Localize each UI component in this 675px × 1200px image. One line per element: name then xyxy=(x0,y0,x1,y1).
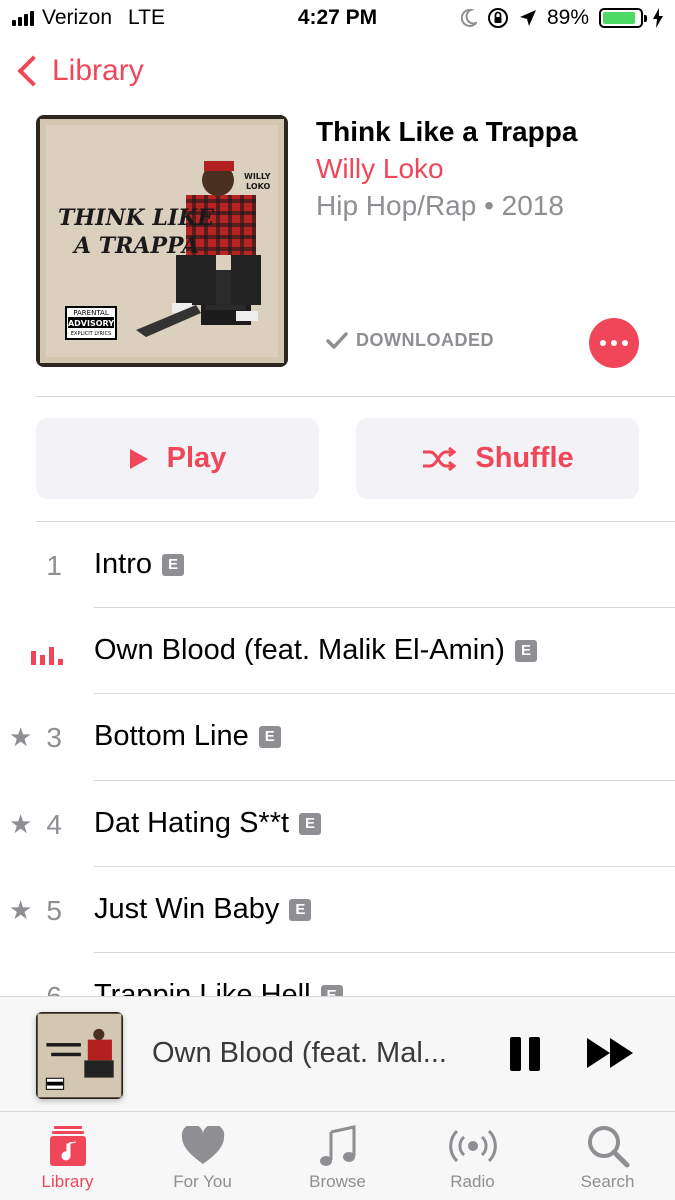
track-row[interactable]: 1 Intro E xyxy=(0,522,675,608)
more-dot-icon xyxy=(600,340,606,346)
rotation-lock-icon xyxy=(487,8,508,28)
album-cover[interactable]: THINK LIKE A TRAPPA WILLY LOKO PARENTAL … xyxy=(36,115,288,367)
track-number: 3 xyxy=(46,722,62,753)
track-row-now-playing[interactable]: Own Blood (feat. Malik El-Amin) E xyxy=(0,608,675,694)
mini-player[interactable]: Own Blood (feat. Mal... xyxy=(0,996,675,1112)
play-button[interactable]: Play xyxy=(36,418,319,499)
next-track-button[interactable] xyxy=(586,1037,634,1069)
tab-for-you[interactable]: For You xyxy=(135,1120,270,1192)
track-title-wrap: Intro E xyxy=(94,548,185,581)
tab-label: Library xyxy=(41,1172,94,1191)
track-number: 4 xyxy=(46,809,62,840)
cover-advisory-bottom: EXPLICIT LYRICS xyxy=(71,331,111,337)
library-icon xyxy=(49,1126,86,1166)
track-title: Just Win Baby xyxy=(94,893,280,925)
track-row[interactable]: ★ 4 Dat Hating S**t E xyxy=(0,781,675,867)
downloaded-status: DOWNLOADED xyxy=(326,330,494,351)
pause-button[interactable] xyxy=(510,1037,540,1071)
album-artwork: THINK LIKE A TRAPPA WILLY LOKO PARENTAL … xyxy=(36,115,288,367)
play-icon xyxy=(129,448,148,469)
tab-label: Radio xyxy=(450,1172,495,1191)
header-divider xyxy=(36,396,675,397)
cover-artist-line2: LOKO xyxy=(246,182,270,191)
status-bar: Verizon LTE 4:27 PM 89% xyxy=(0,0,675,40)
track-number: 5 xyxy=(46,895,62,926)
status-right: 89% xyxy=(460,6,663,30)
battery-percent: 89% xyxy=(546,6,589,29)
album-artist-link[interactable]: Willy Loko xyxy=(316,153,444,185)
shuffle-icon xyxy=(423,446,457,471)
explicit-badge: E xyxy=(299,812,322,835)
shuffle-button[interactable]: Shuffle xyxy=(356,418,639,499)
track-title: Own Blood (feat. Malik El-Amin) xyxy=(94,634,505,666)
charging-bolt-icon xyxy=(653,8,663,28)
track-row[interactable]: ★ 5 Just Win Baby E xyxy=(0,867,675,953)
cover-title-line1: THINK LIKE xyxy=(58,205,215,231)
explicit-badge: E xyxy=(289,898,312,921)
track-title-wrap: Just Win Baby E xyxy=(94,893,312,926)
more-options-button[interactable] xyxy=(589,318,639,368)
mini-player-artwork xyxy=(36,1012,123,1099)
tab-label: Search xyxy=(580,1172,635,1191)
track-row[interactable]: ★ 3 Bottom Line E xyxy=(0,694,675,780)
now-playing-bars-icon xyxy=(31,647,63,665)
cover-advisory-mid: ADVISORY xyxy=(68,319,114,328)
cover-title-line2: A TRAPPA xyxy=(72,233,199,259)
downloaded-label: DOWNLOADED xyxy=(356,330,494,350)
mini-player-title: Own Blood (feat. Mal... xyxy=(152,1037,447,1069)
music-note-icon xyxy=(319,1125,355,1166)
track-title-wrap: Own Blood (feat. Malik El-Amin) E xyxy=(94,634,537,667)
tab-bar: Library For You Browse Radio Search xyxy=(0,1112,675,1200)
chevron-left-icon xyxy=(17,55,49,87)
explicit-badge: E xyxy=(258,725,281,748)
moon-icon xyxy=(460,9,477,27)
battery-icon xyxy=(599,8,647,28)
track-title: Dat Hating S**t xyxy=(94,807,290,839)
search-icon xyxy=(587,1126,629,1168)
tab-label: Browse xyxy=(309,1172,366,1191)
radio-icon xyxy=(448,1129,497,1163)
tab-library[interactable]: Library xyxy=(0,1120,135,1192)
pause-icon xyxy=(510,1037,521,1071)
location-arrow-icon xyxy=(519,10,536,26)
battery-level xyxy=(603,12,636,24)
track-number: 1 xyxy=(46,550,62,581)
shuffle-label: Shuffle xyxy=(475,442,574,474)
back-button[interactable]: Library xyxy=(14,54,144,88)
explicit-badge: E xyxy=(162,553,185,576)
tab-search[interactable]: Search xyxy=(540,1120,675,1192)
explicit-badge: E xyxy=(514,639,537,662)
back-label: Library xyxy=(52,54,144,87)
play-label: Play xyxy=(166,442,227,474)
track-title-wrap: Dat Hating S**t E xyxy=(94,807,322,840)
tab-label: For You xyxy=(173,1172,232,1191)
cover-advisory-top: PARENTAL xyxy=(73,309,109,317)
album-genre-year: Hip Hop/Rap • 2018 xyxy=(316,190,564,221)
tab-browse[interactable]: Browse xyxy=(270,1120,405,1192)
track-title: Intro xyxy=(94,548,153,580)
track-title-wrap: Bottom Line E xyxy=(94,720,281,753)
cover-artist-line1: WILLY xyxy=(244,172,271,181)
checkmark-icon xyxy=(326,331,348,349)
heart-icon xyxy=(181,1126,224,1164)
tab-radio[interactable]: Radio xyxy=(405,1120,540,1192)
track-title: Bottom Line xyxy=(94,720,249,752)
album-title: Think Like a Trappa xyxy=(316,116,578,147)
